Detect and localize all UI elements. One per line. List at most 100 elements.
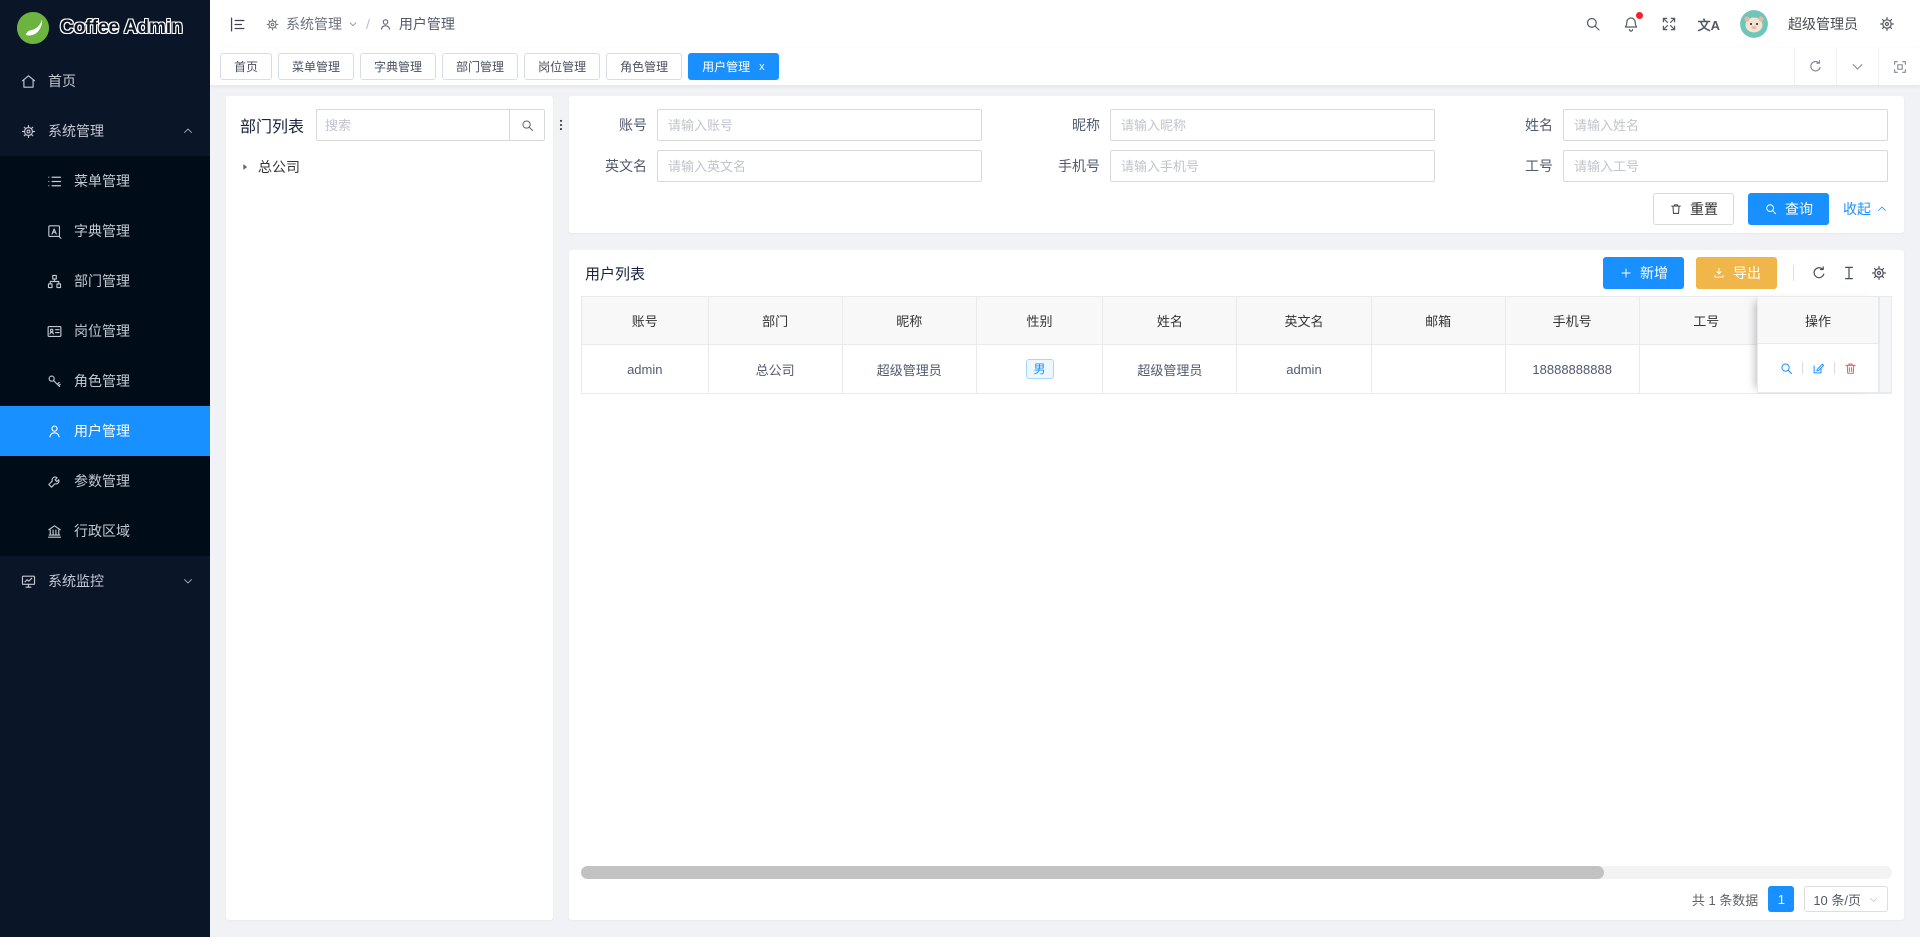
tabbar: 首页 菜单管理 字典管理 部门管理 岗位管理 角色管理 用户管理 x [210,48,1920,86]
translate-icon[interactable]: 文A [1698,15,1720,34]
col-en-name[interactable]: 英文名 [1237,297,1371,345]
horizontal-scrollbar-thumb[interactable] [581,866,1604,879]
search-form-panel: 账号 昵称 姓名 英文名 手机号 [569,96,1904,233]
user-table: 账号 部门 昵称 性别 姓名 英文名 邮箱 手机号 工号 生日 ad [581,296,1892,394]
sidebar-item-post-management[interactable]: 岗位管理 [0,306,210,356]
caret-down-icon [348,19,358,29]
col-nickname[interactable]: 昵称 [842,297,976,345]
dept-list-title: 部门列表 [240,113,304,137]
sidebar-item-system-management[interactable]: 系统管理 [0,106,210,156]
dictionary-icon [46,223,63,240]
column-settings-gear-icon[interactable] [1870,264,1888,282]
table-toolbar: 新增 导出 [1603,257,1888,289]
refresh-icon[interactable] [1794,48,1836,85]
cell-dept: 总公司 [708,345,842,394]
dept-search-input[interactable] [316,109,510,141]
plus-icon [1619,266,1633,280]
search-icon [520,118,535,133]
edit-icon[interactable] [1811,361,1826,376]
tab-home[interactable]: 首页 [220,53,272,80]
view-icon[interactable] [1779,361,1794,376]
col-name[interactable]: 姓名 [1103,297,1237,345]
tab-menu-management[interactable]: 菜单管理 [278,53,354,80]
nickname-input[interactable] [1110,109,1435,141]
tab-post-management[interactable]: 岗位管理 [524,53,600,80]
gear-icon [20,123,37,140]
page-size-select[interactable]: 10 条/页 [1804,886,1888,912]
tab-close-icon[interactable]: x [759,61,765,73]
col-phone[interactable]: 手机号 [1505,297,1639,345]
caret-right-icon [240,162,250,172]
spring-leaf-logo-icon [16,11,50,45]
table-row[interactable]: admin 总公司 超级管理员 男 超级管理员 admin 1888888888… [582,345,1893,394]
table-scrollbar-gutter [1879,296,1892,393]
cell-name: 超级管理员 [1103,345,1237,394]
list-icon [46,173,63,190]
sidebar-item-param-management[interactable]: 参数管理 [0,456,210,506]
refresh-icon[interactable] [1810,264,1828,282]
fullscreen-icon[interactable] [1660,15,1678,33]
avatar[interactable] [1740,10,1768,38]
tab-dict-management[interactable]: 字典管理 [360,53,436,80]
notification-bell-icon[interactable] [1622,15,1640,33]
chevron-down-icon[interactable] [1836,48,1878,85]
cell-gender: 男 [976,345,1103,394]
col-account[interactable]: 账号 [582,297,709,345]
chevron-up-icon [1876,203,1888,215]
sidebar-item-menu-management[interactable]: 菜单管理 [0,156,210,206]
menu-fold-icon[interactable] [228,15,247,34]
bank-icon [46,523,63,540]
phone-label: 手机号 [1038,156,1110,176]
username[interactable]: 超级管理员 [1788,14,1858,34]
topbar-actions: 文A 超级管理员 [1584,10,1896,38]
col-dept[interactable]: 部门 [708,297,842,345]
query-button[interactable]: 查询 [1748,193,1829,225]
expand-screen-icon[interactable] [1878,48,1920,85]
export-button[interactable]: 导出 [1696,257,1777,289]
col-work-no[interactable]: 工号 [1639,297,1773,345]
breadcrumb-user-management: 用户管理 [378,14,455,34]
sidebar-item-home[interactable]: 首页 [0,56,210,106]
tab-role-management[interactable]: 角色管理 [606,53,682,80]
col-gender[interactable]: 性别 [976,297,1103,345]
breadcrumb-system-management[interactable]: 系统管理 [265,14,358,34]
monitor-icon [20,573,37,590]
tab-dept-management[interactable]: 部门管理 [442,53,518,80]
name-label: 姓名 [1491,115,1563,135]
user-icon [378,17,393,32]
sidebar-item-user-management[interactable]: 用户管理 [0,406,210,456]
tree-node-root[interactable]: 总公司 [240,157,539,177]
col-email[interactable]: 邮箱 [1371,297,1505,345]
cell-work-no [1639,345,1773,394]
delete-icon[interactable] [1843,361,1858,376]
sidebar-item-role-management[interactable]: 角色管理 [0,356,210,406]
col-actions: 操作 [1757,296,1879,344]
trash-icon [1669,202,1683,216]
name-input[interactable] [1563,109,1888,141]
sidebar-item-dept-management[interactable]: 部门管理 [0,256,210,306]
dept-search-group [316,109,545,141]
sidebar-item-system-monitor[interactable]: 系统监控 [0,556,210,606]
tab-list: 首页 菜单管理 字典管理 部门管理 岗位管理 角色管理 用户管理 x [220,53,1794,80]
search-icon[interactable] [1584,15,1602,33]
page-button-1[interactable]: 1 [1768,886,1794,912]
account-input[interactable] [657,109,982,141]
phone-input[interactable] [1110,150,1435,182]
kebab-menu-icon[interactable] [554,117,568,133]
settings-gear-icon[interactable] [1878,15,1896,33]
sidebar-item-dict-management[interactable]: 字典管理 [0,206,210,256]
collapse-link[interactable]: 收起 [1843,199,1888,219]
tab-user-management[interactable]: 用户管理 x [688,53,779,80]
home-icon [20,73,37,90]
add-button[interactable]: 新增 [1603,257,1684,289]
wrench-icon [46,473,63,490]
en-name-input[interactable] [657,150,982,182]
reset-button[interactable]: 重置 [1653,193,1734,225]
row-height-icon[interactable] [1840,264,1858,282]
row-actions [1757,344,1879,393]
work-no-input[interactable] [1563,150,1888,182]
dept-search-button[interactable] [509,109,545,141]
sidebar-item-admin-region[interactable]: 行政区域 [0,506,210,556]
work-no-label: 工号 [1491,156,1563,176]
topbar: 系统管理 / 用户管理 文A [210,0,1920,48]
